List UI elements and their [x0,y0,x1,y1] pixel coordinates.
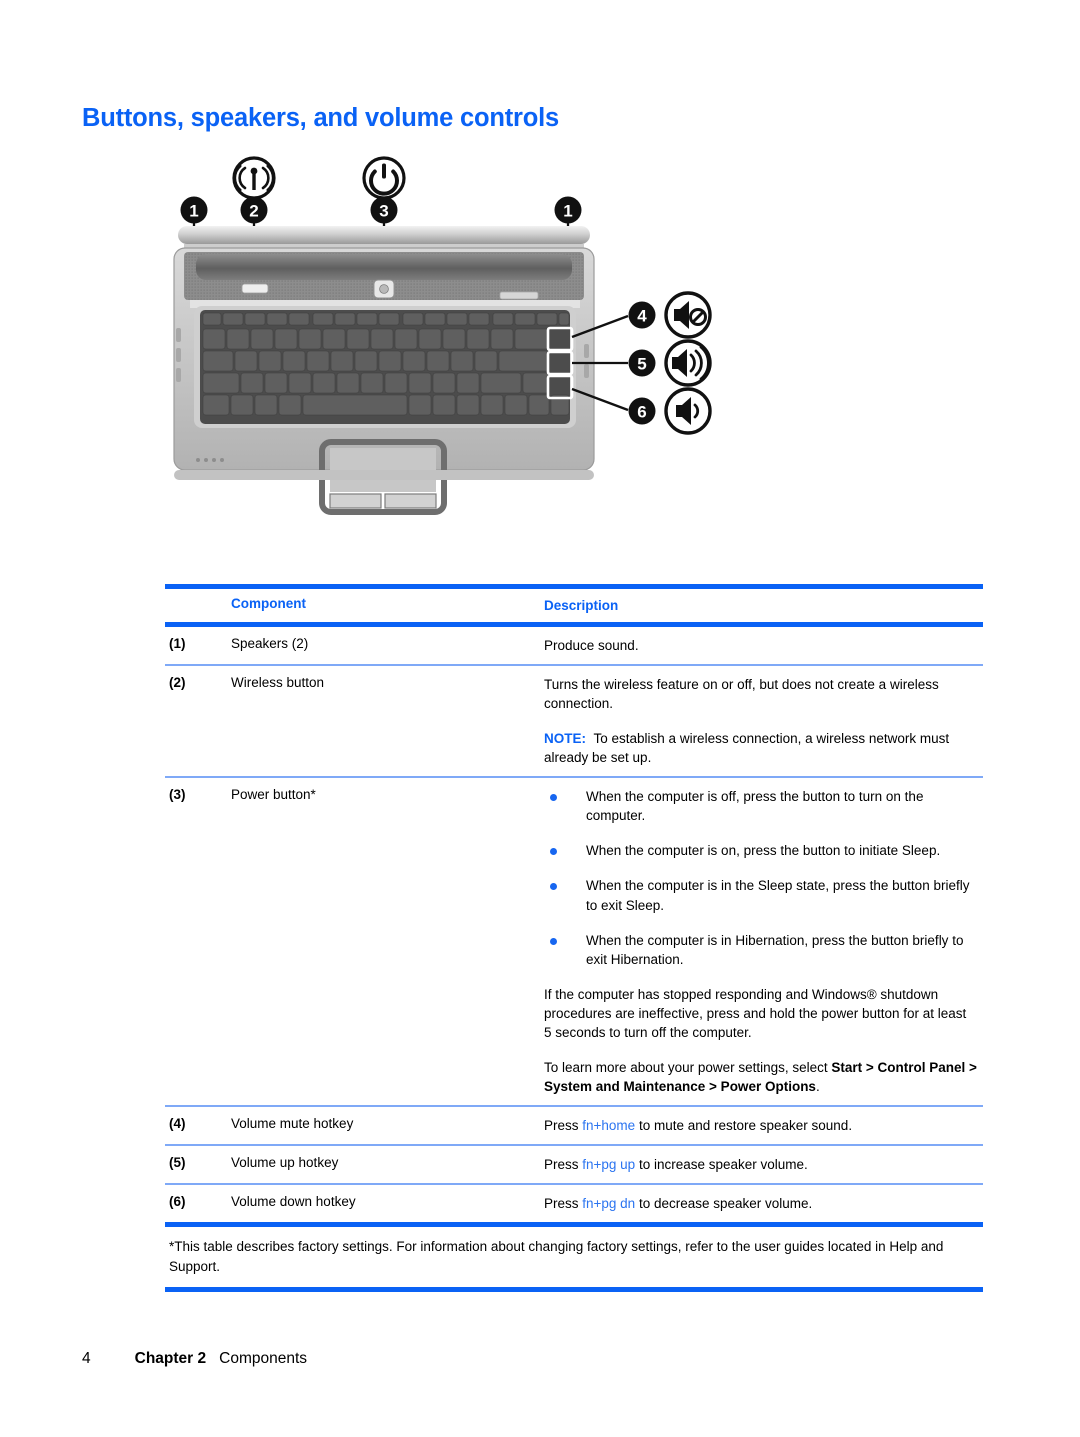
hotkey-lead: Press [544,1156,583,1172]
list-item: When the computer is in the Sleep state,… [544,876,977,914]
note-text: To establish a wireless connection, a wi… [544,730,950,765]
footer-page-number: 4 [82,1350,91,1367]
callout-bubble-4: 4 [628,301,656,329]
components-table: Component Description (1) Speakers (2) P… [165,584,983,1293]
hotkey-lead: Press [544,1117,583,1133]
svg-text:2: 2 [249,202,258,221]
callout-bubble-3: 3 [370,196,398,224]
hotkey-tail: to increase speaker volume. [635,1156,808,1172]
row-number: (5) [169,1154,186,1170]
row-number: (4) [169,1115,186,1131]
power-button-icon [362,156,406,200]
power-shutdown-paragraph: If the computer has stopped responding a… [544,987,967,1041]
svg-text:3: 3 [379,202,388,221]
svg-text:5: 5 [637,355,646,374]
callout-bubble-6: 6 [628,397,656,425]
header-description: Description [544,598,619,613]
page-title: Buttons, speakers, and volume controls [82,104,560,132]
touchpad-left-button [329,493,382,509]
power-button-bullet-list: When the computer is off, press the butt… [544,787,977,969]
volume-mute-icon [664,291,712,339]
list-item: When the computer is in Hibernation, pre… [544,931,977,969]
note-label: NOTE: [544,730,586,746]
svg-text:4: 4 [637,307,647,326]
row-description: Produce sound. [544,638,639,654]
wireless-button-hw [241,283,269,294]
row-number: (6) [169,1194,186,1210]
wireless-antenna-icon [232,156,276,200]
table-row: (6) Volume down hotkey Press fn+pg dn to… [165,1185,983,1222]
power-settings-paragraph: To learn more about your power settings,… [544,1058,977,1096]
row-description: Press fn+pg dn to decrease speaker volum… [544,1185,983,1222]
table-row: (2) Wireless button Turns the wireless f… [165,666,983,776]
row-description: Press fn+pg up to increase speaker volum… [544,1146,983,1183]
hotkey-combo: fn+pg up [582,1156,636,1172]
callout-bubble-1b: 1 [554,196,582,224]
table-row: (1) Speakers (2) Produce sound. [165,627,983,664]
volume-up-icon [664,339,712,387]
header-component: Component [231,596,306,611]
row-description: When the computer is off, press the butt… [544,778,983,1105]
row-component: Speakers (2) [231,636,309,652]
laptop-lid-edge [178,226,590,244]
touchpad-right-button [384,493,437,509]
row-description: Press fn+home to mute and restore speake… [544,1107,983,1144]
svg-text:1: 1 [189,202,198,221]
svg-text:1: 1 [563,202,572,221]
row-number: (3) [169,786,186,802]
row-component: Volume down hotkey [231,1194,356,1210]
row-component: Volume mute hotkey [231,1115,354,1131]
document-page: Buttons, speakers, and volume controls 1… [0,0,1080,1437]
table-row: (4) Volume mute hotkey Press fn+home to … [165,1107,983,1144]
laptop-figure: 1 2 3 1 4 5 6 [170,148,730,568]
power-settings-end: . [815,1078,820,1094]
wireless-note-paragraph: NOTE: To establish a wireless connection… [544,729,977,767]
footer-section: Components [219,1350,308,1367]
hotkey-combo: fn+home [582,1117,636,1133]
row-number: (1) [169,636,186,652]
table-row: (5) Volume up hotkey Press fn+pg up to i… [165,1146,983,1183]
list-item: When the computer is on, press the butto… [544,841,977,860]
table-bottom-rule [165,1287,983,1293]
row-description: Turns the wireless feature on or off, bu… [544,666,983,776]
hotkey-combo: fn+pg dn [582,1196,636,1212]
wireless-desc-paragraph: Turns the wireless feature on or off, bu… [544,677,939,712]
footer-chapter: Chapter 2 [134,1350,207,1367]
hotkey-tail: to decrease speaker volume. [635,1196,813,1212]
volume-down-icon [664,387,712,435]
row-component: Wireless button [231,675,325,691]
table-header-row: Component Description [165,589,983,622]
header-number [165,589,231,622]
table-row: (3) Power button* When the computer is o… [165,778,983,1105]
hotkey-lead: Press [544,1196,583,1212]
list-item: When the computer is off, press the butt… [544,787,977,825]
hotkey-tail: to mute and restore speaker sound. [635,1117,853,1133]
callout-bubble-1: 1 [180,196,208,224]
row-component: Power button* [231,786,316,802]
page-footer: 4 Chapter 2 Components [82,1350,307,1368]
table-footnote: *This table describes factory settings. … [169,1239,944,1274]
laptop-diagram-svg: 1 2 3 1 4 5 6 [173,156,712,515]
callout-bubble-5: 5 [628,349,656,377]
callout-bubble-2: 2 [240,196,268,224]
row-component: Volume up hotkey [231,1154,339,1170]
row-number: (2) [169,675,186,691]
svg-text:6: 6 [637,403,646,422]
hinge-bar [196,254,572,280]
power-settings-lead: To learn more about your power settings,… [544,1059,832,1075]
